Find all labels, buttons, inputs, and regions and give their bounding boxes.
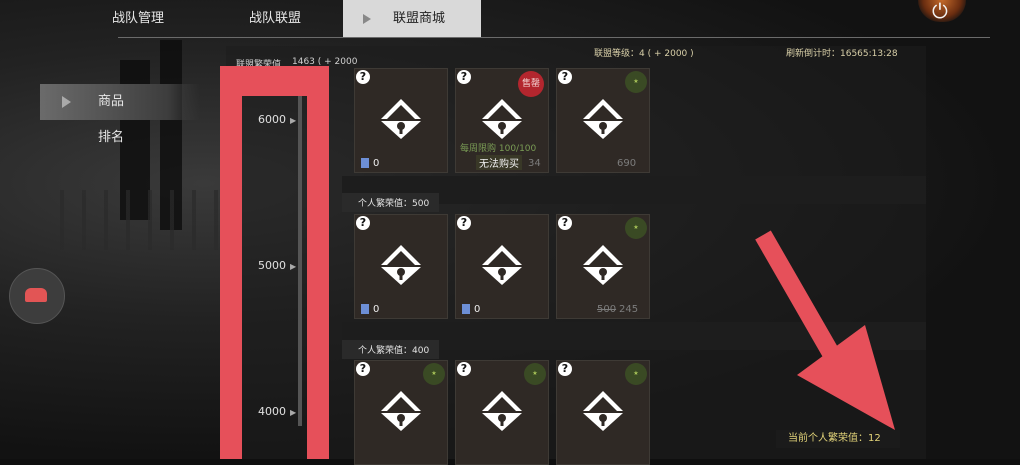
discount-badge-icon: ★ <box>625 363 647 385</box>
help-icon[interactable]: ? <box>457 362 471 376</box>
floating-chat-button[interactable] <box>9 268 65 324</box>
item-price: 34 <box>528 158 541 169</box>
annotation-arrow-icon <box>755 230 895 430</box>
chat-icon <box>25 288 47 302</box>
section-label: 个人繁荣值：500 <box>342 193 440 212</box>
discount-badge-icon: ★ <box>625 71 647 93</box>
fence-silhouette <box>60 190 230 250</box>
power-icon: ⏻ <box>932 0 948 23</box>
lock-icon <box>482 245 522 285</box>
store-item-card[interactable]: ? 0 <box>354 68 448 173</box>
lock-icon <box>482 391 522 431</box>
sidebar-item-ranking[interactable]: 排名 <box>40 120 200 156</box>
tab-arrow-icon <box>363 13 371 24</box>
lock-icon <box>583 245 623 285</box>
item-count: 0 <box>373 158 380 169</box>
lock-icon <box>583 99 623 139</box>
help-icon[interactable]: ? <box>558 216 572 230</box>
currency-icon <box>361 158 369 168</box>
refresh-countdown: 刷新倒计时：16565:13:28 <box>786 49 898 59</box>
currency-icon <box>361 304 369 314</box>
top-navigation: 战队管理 战队联盟 联盟商城 <box>36 0 996 38</box>
lock-icon <box>381 99 421 139</box>
help-icon[interactable]: ? <box>558 70 572 84</box>
store-item-card[interactable]: ? ★ <box>354 360 448 465</box>
help-icon[interactable]: ? <box>457 216 471 230</box>
lock-icon <box>381 391 421 431</box>
lock-icon <box>482 99 522 139</box>
item-count: 0 <box>373 304 380 315</box>
item-price: 690 <box>617 158 637 169</box>
tab-team-management[interactable]: 战队管理 <box>112 0 222 38</box>
alliance-level: 联盟等级：4 ( + 2000 ) <box>594 49 694 59</box>
help-icon[interactable]: ? <box>457 70 471 84</box>
store-item-card[interactable]: ? ★ <box>556 360 650 465</box>
help-icon[interactable]: ? <box>558 362 572 376</box>
sold-out-badge: 售罄 <box>518 71 544 97</box>
lock-icon <box>583 391 623 431</box>
store-item-card[interactable]: ? ★ <box>455 360 549 465</box>
divider <box>118 37 990 38</box>
discount-badge-icon: ★ <box>524 363 546 385</box>
purchase-limit: 每周限购 100/100 <box>460 144 537 154</box>
store-item-card[interactable]: ? ★ 690 <box>556 68 650 173</box>
help-icon[interactable]: ? <box>356 216 370 230</box>
tab-alliance-store[interactable]: 联盟商城 <box>343 0 481 38</box>
discount-badge-icon: ★ <box>625 217 647 239</box>
currency-icon <box>462 304 470 314</box>
store-item-card[interactable]: ? 售罄 每周限购 100/100 无法购买 34 <box>455 68 549 173</box>
sidebar: 商品 排名 <box>40 84 200 156</box>
item-price: 245 <box>619 304 639 315</box>
discount-badge-icon: ★ <box>423 363 445 385</box>
section-label: 个人繁荣值：400 <box>342 340 440 359</box>
tab-label: 战队管理 <box>112 11 165 26</box>
item-old-price: 500 <box>597 304 617 315</box>
sidebar-item-label: 排名 <box>98 130 125 145</box>
help-icon[interactable]: ? <box>356 70 370 84</box>
cannot-buy-label: 无法购买 <box>476 155 522 170</box>
personal-prosperity: 当前个人繁荣值：12 <box>776 430 900 448</box>
sidebar-item-goods[interactable]: 商品 <box>40 84 200 120</box>
annotation-highlight-box <box>220 66 329 459</box>
store-item-card[interactable]: ? ★ 500 245 <box>556 214 650 319</box>
tab-label: 战队联盟 <box>249 11 302 26</box>
store-item-card[interactable]: ? 0 <box>354 214 448 319</box>
tab-label: 联盟商城 <box>393 11 446 26</box>
lock-icon <box>381 245 421 285</box>
item-count: 0 <box>474 304 481 315</box>
help-icon[interactable]: ? <box>356 362 370 376</box>
store-item-card[interactable]: ? 0 <box>455 214 549 319</box>
sidebar-item-label: 商品 <box>98 94 125 109</box>
